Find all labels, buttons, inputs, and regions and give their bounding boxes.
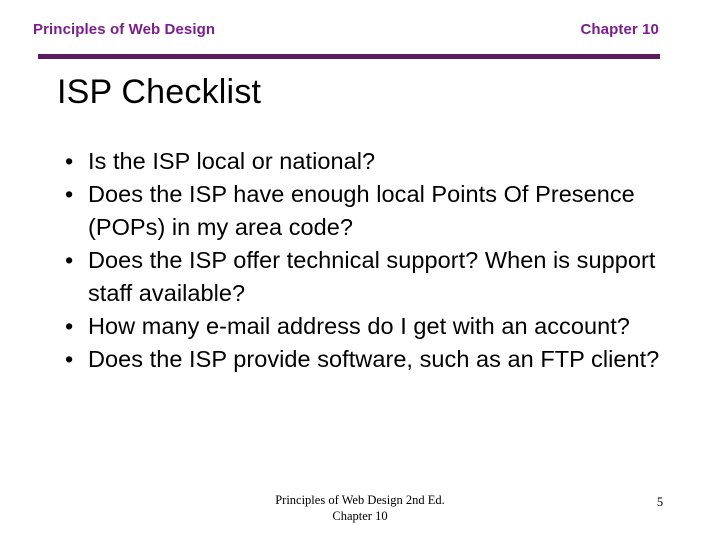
list-item: • Does the ISP offer technical support? …	[60, 244, 675, 310]
list-item-text: Is the ISP local or national?	[88, 148, 376, 174]
list-item: • Is the ISP local or national?	[60, 145, 675, 178]
footer-chapter-label: Chapter 10	[332, 509, 388, 523]
bullet-point-icon: •	[65, 181, 74, 207]
header-divider-rule	[38, 54, 660, 59]
list-item-text: Does the ISP provide software, such as a…	[88, 346, 660, 372]
list-item-text: Does the ISP have enough local Points Of…	[88, 181, 635, 240]
list-item: • Does the ISP have enough local Points …	[60, 178, 675, 244]
bullet-point-icon: •	[65, 247, 74, 273]
slide-header: Principles of Web Design Chapter 10	[33, 22, 663, 48]
bullet-point-icon: •	[65, 148, 74, 174]
slide: Principles of Web Design Chapter 10 ISP …	[0, 0, 720, 540]
slide-footer: Principles of Web Design 2nd Ed. Chapter…	[0, 492, 720, 524]
bullet-point-icon: •	[65, 313, 74, 339]
list-item: • Does the ISP provide software, such as…	[60, 343, 675, 376]
bullet-point-icon: •	[65, 346, 74, 372]
list-item-text: Does the ISP offer technical support? Wh…	[88, 247, 656, 306]
header-chapter-label: Chapter 10	[580, 21, 659, 38]
header-course-title: Principles of Web Design	[33, 21, 216, 38]
page-number: 5	[656, 495, 664, 509]
list-item-text: How many e-mail address do I get with an…	[88, 313, 630, 339]
list-item: • How many e-mail address do I get with …	[60, 310, 675, 343]
page-title: ISP Checklist	[57, 73, 262, 111]
footer-book-title: Principles of Web Design 2nd Ed.	[275, 493, 445, 507]
bullet-list: • Is the ISP local or national? • Does t…	[60, 145, 675, 376]
